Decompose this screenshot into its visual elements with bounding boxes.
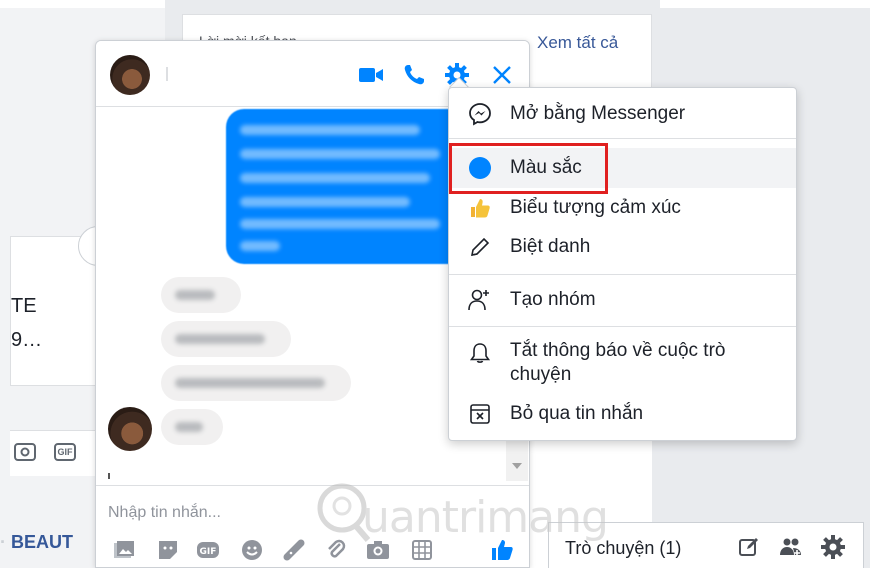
menu-item-label: Biệt danh bbox=[510, 236, 591, 257]
see-all-link[interactable]: Xem tất cả bbox=[537, 33, 618, 53]
menu-item-label: Tạo nhóm bbox=[510, 289, 596, 310]
left-card-text-1: TE bbox=[11, 295, 37, 317]
messenger-icon bbox=[467, 101, 493, 127]
chat-bar-label[interactable]: Trò chuyện (1) bbox=[565, 538, 681, 559]
menu-item-nickname[interactable]: Biệt danh bbox=[449, 227, 796, 267]
menu-item-label: Màu sắc bbox=[510, 157, 582, 178]
menu-item-color[interactable]: Màu sắc bbox=[449, 148, 796, 188]
new-group-icon[interactable] bbox=[779, 536, 803, 558]
camera-icon[interactable] bbox=[14, 443, 36, 461]
video-call-icon[interactable] bbox=[358, 63, 384, 87]
thumbs-up-emoji-icon bbox=[467, 195, 493, 221]
chat-settings-menu: Mở bằng Messenger Màu sắc Biểu tượng cảm… bbox=[448, 87, 797, 441]
image-icon[interactable] bbox=[112, 538, 136, 562]
svg-text:GIF: GIF bbox=[200, 547, 217, 557]
scroll-down-arrow[interactable] bbox=[512, 463, 522, 469]
settings-gear-icon[interactable] bbox=[821, 535, 845, 559]
phone-call-icon[interactable] bbox=[401, 63, 427, 87]
incoming-message-bubble bbox=[161, 277, 241, 313]
menu-item-label: Mở bằng Messenger bbox=[510, 103, 686, 124]
game-icon[interactable] bbox=[282, 538, 306, 562]
menu-item-open-messenger[interactable]: Mở bằng Messenger bbox=[449, 94, 796, 134]
menu-item-ignore-messages[interactable]: Bỏ qua tin nhắn bbox=[449, 394, 796, 434]
right-top-strip bbox=[660, 0, 870, 8]
page-name-beauty[interactable]: · BEAUT bbox=[0, 532, 73, 553]
menu-item-label: Bỏ qua tin nhắn bbox=[510, 403, 644, 424]
gif-icon[interactable]: GIF bbox=[54, 443, 76, 461]
sender-avatar[interactable] bbox=[108, 407, 152, 451]
bell-icon bbox=[467, 340, 493, 366]
text-cursor bbox=[108, 473, 110, 479]
gif-icon[interactable]: GIF bbox=[196, 538, 220, 562]
attach-icon[interactable] bbox=[324, 538, 348, 562]
left-top-strip bbox=[0, 0, 165, 8]
outgoing-message-bubble bbox=[226, 109, 466, 264]
camera-icon[interactable] bbox=[366, 538, 390, 562]
emoji-icon[interactable] bbox=[240, 538, 264, 562]
message-composer: Nhập tin nhắn... GIF bbox=[96, 485, 529, 567]
add-person-icon bbox=[467, 287, 493, 313]
menu-item-label: Tắt thông báo về cuộc trò chuyện bbox=[510, 340, 726, 385]
menu-divider bbox=[449, 138, 796, 139]
left-card-text-2: 9… bbox=[11, 329, 43, 351]
pencil-icon bbox=[467, 234, 493, 260]
like-thumb-icon[interactable] bbox=[490, 538, 514, 562]
close-icon[interactable] bbox=[489, 63, 515, 87]
menu-item-label: Biểu tượng cảm xúc bbox=[510, 197, 681, 218]
chat-name[interactable] bbox=[166, 67, 168, 81]
message-input[interactable]: Nhập tin nhắn... bbox=[108, 504, 221, 522]
color-circle-icon bbox=[467, 155, 493, 181]
menu-divider bbox=[449, 274, 796, 275]
incoming-message-bubble bbox=[161, 409, 223, 445]
menu-item-mute-conversation[interactable]: Tắt thông báo về cuộc trò chuyện bbox=[449, 338, 796, 392]
ignore-box-icon bbox=[467, 401, 493, 427]
sticker-icon[interactable] bbox=[156, 538, 180, 562]
chat-sidebar-bar[interactable]: Trò chuyện (1) bbox=[548, 522, 864, 568]
avatar[interactable] bbox=[110, 55, 150, 95]
incoming-message-bubble bbox=[161, 321, 291, 357]
menu-item-emoji[interactable]: Biểu tượng cảm xúc bbox=[449, 188, 796, 228]
menu-item-create-group[interactable]: Tạo nhóm bbox=[449, 280, 796, 320]
incoming-message-bubble bbox=[161, 365, 351, 401]
plan-icon[interactable] bbox=[410, 538, 434, 562]
menu-divider bbox=[449, 326, 796, 327]
new-message-icon[interactable] bbox=[737, 536, 761, 558]
beauty-label: BEAUT bbox=[11, 532, 74, 552]
